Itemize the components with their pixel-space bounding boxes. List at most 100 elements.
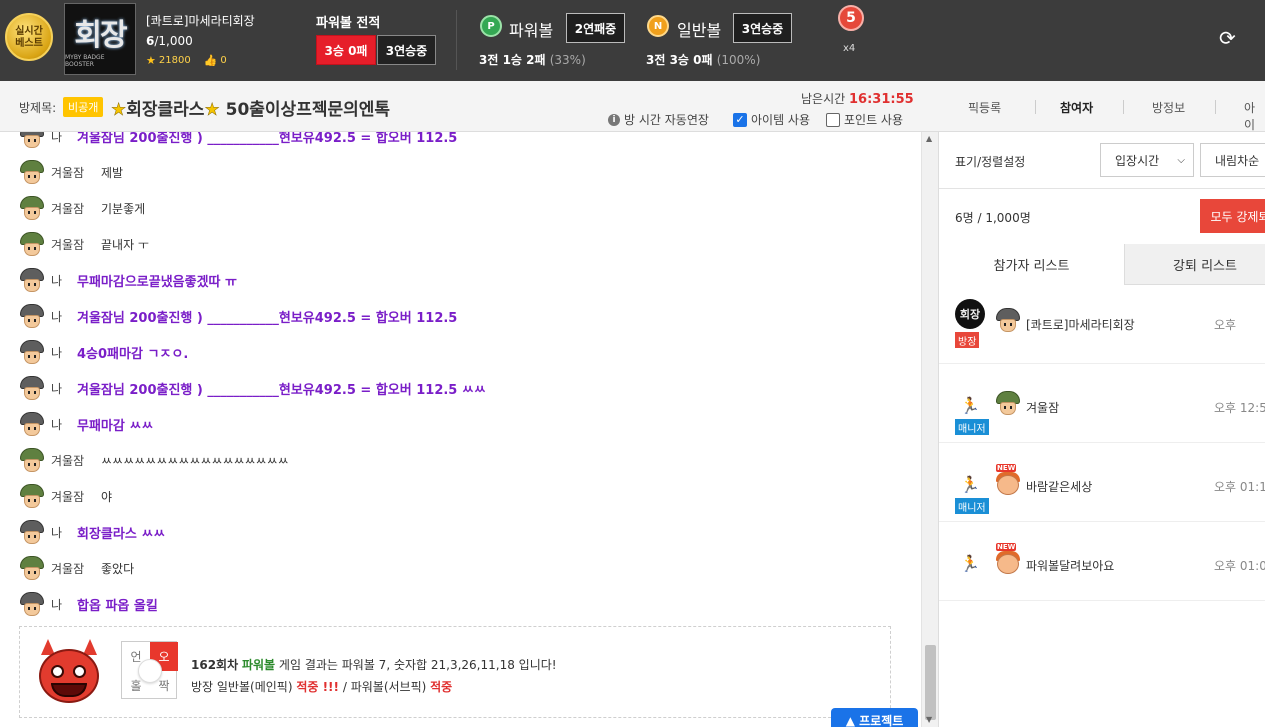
refresh-icon[interactable]: ⟳ (1219, 26, 1236, 50)
participant-count: 6명 / 1,000명 (955, 211, 1031, 225)
chat-nick[interactable]: 나 (51, 596, 77, 613)
participant-item[interactable]: 회장 방장 [콰트로]마세라티회장 오후 (939, 285, 1265, 364)
record-title: 파워볼 전적 (316, 16, 381, 31)
chat-text: ㅆㅆㅆㅆㅆㅆㅆㅆㅆㅆㅆㅆㅆㅆㅆㅆㅆ (101, 453, 289, 468)
normalball-n-icon: N (647, 15, 669, 37)
newbie-avatar-icon: NEW (995, 543, 1021, 574)
chat-nick[interactable]: 겨울잠 (51, 164, 101, 181)
result-line-1: 162회차 파워볼 게임 결과는 파워볼 7, 숫자합 21,3,26,11,1… (191, 658, 557, 672)
sort-by-select[interactable]: 입장시간 ⌵ (1100, 143, 1194, 177)
soldier-avatar-icon (19, 447, 45, 473)
powerball-p-icon: P (480, 15, 502, 37)
item-use-checkbox[interactable]: ✓ 아이템 사용 (733, 111, 810, 128)
user-avatar-icon (19, 339, 45, 365)
user-count: 6/1,000 (146, 34, 193, 48)
chat-message: 나 겨울잠님 200출진행 ) ___________현보유492.5 = 합오버… (19, 303, 457, 329)
tab-room-info[interactable]: 방정보 (1152, 99, 1185, 116)
chat-text: 무패마감으로끝냈음좋겠따 ㅠ (77, 274, 238, 290)
checkbox-checked-icon[interactable]: ✓ (733, 112, 747, 127)
chat-text: 제발 (101, 165, 124, 180)
user-avatar-icon (19, 303, 45, 329)
scroll-up-icon[interactable]: ▲ (926, 134, 932, 143)
tab-participants[interactable]: 참여자 (1060, 99, 1093, 116)
scroll-down-icon[interactable]: ▼ (926, 715, 932, 724)
chat-nick[interactable]: 겨울잠 (51, 200, 101, 217)
chat-nick[interactable]: 나 (51, 344, 77, 361)
host-avatar[interactable]: 회장 MYBY BADGE BOOSTER (64, 3, 136, 75)
powerball-label: 파워볼 (509, 21, 554, 40)
chat-text: 겨울잠님 200출진행 ) ___________현보유492.5 = 합오버 … (77, 382, 486, 398)
medal-multiplier: x4 (843, 43, 856, 54)
chat-text: 야 (101, 489, 113, 504)
chat-message: 겨울잠 끝내자 ㅜ (19, 231, 149, 257)
remaining-time: 남은시간 16:31:55 (801, 92, 914, 107)
participant-time: 오후 01:00 (1214, 559, 1265, 573)
chat-nick[interactable]: 나 (51, 272, 77, 289)
chat-message: 나 겨울잠님 200출진행 ) ___________현보유492.5 = 합오버… (19, 375, 486, 401)
soldier-avatar-icon (19, 231, 45, 257)
soldier-avatar-icon (19, 195, 45, 221)
role-badge: 매니저 (955, 419, 989, 435)
chat-nick[interactable]: 겨울잠 (51, 236, 101, 253)
kick-all-button[interactable]: 모두 강제퇴 (1200, 199, 1265, 233)
user-avatar-icon (19, 375, 45, 401)
participant-item[interactable]: 🏃 NEW 파워볼달려보아요 오후 01:00 (939, 522, 1265, 601)
private-badge: 비공개 (63, 97, 104, 117)
chat-text: 겨울잠님 200출진행 ) ___________현보유492.5 = 합오버 … (77, 310, 458, 326)
chat-text: 합옵 파옵 올킬 (77, 598, 158, 614)
result-line-2: 방장 일반볼(메인픽) 적중 !!! / 파워볼(서브픽) 적중 (191, 680, 453, 694)
divider (456, 10, 457, 70)
chat-nick[interactable]: 나 (51, 416, 77, 433)
participant-name: [콰트로]마세라티회장 (1026, 318, 1135, 332)
chat-area[interactable]: 나 겨울잠님 200출진행 ) ___________현보유492.5 = 합오버… (0, 132, 921, 727)
chat-nick[interactable]: 나 (51, 308, 77, 325)
point-use-checkbox[interactable]: 포인트 사용 (826, 111, 903, 128)
chat-nick[interactable]: 나 (51, 380, 77, 397)
sort-order-select[interactable]: 내림차순 (1200, 143, 1265, 177)
checkbox-empty-icon[interactable] (826, 112, 840, 127)
host-avatar[interactable]: 회장 (955, 299, 985, 329)
chat-text: 무패마감 ㅆㅆ (77, 418, 154, 434)
soldier-avatar-icon (19, 159, 45, 185)
chat-text: 기분좋게 (101, 201, 146, 216)
chat-text: 4승0패마감 ㄱㅈㅇ. (77, 346, 189, 362)
room-bar: 방제목: 비공개 ★회장클라스★ 50출이상프젝문의엔톡 남은시간 16:31:… (0, 81, 1265, 132)
chat-nick[interactable]: 나 (51, 524, 77, 541)
chat-message: 겨울잠 ㅆㅆㅆㅆㅆㅆㅆㅆㅆㅆㅆㅆㅆㅆㅆㅆㅆ (19, 447, 289, 473)
chat-message: 나 4승0패마감 ㄱㅈㅇ. (19, 339, 188, 365)
project-button[interactable]: ▲ 프로젝트 (831, 708, 918, 727)
tab-participant-list[interactable]: 참가자 리스트 (939, 244, 1125, 285)
tab-pick-register[interactable]: 픽등록 (968, 99, 1001, 116)
chat-nick[interactable]: 겨울잠 (51, 488, 101, 505)
chat-message: 나 합옵 파옵 올킬 (19, 591, 158, 617)
scroll-thumb[interactable] (925, 645, 936, 720)
realtime-best-badge[interactable]: 실시간 베스트 (5, 13, 53, 61)
info-icon: i (608, 113, 620, 126)
normalball-label: 일반볼 (677, 21, 722, 40)
game-result-box: 언 오 홀 짝 162회차 파워볼 게임 결과는 파워볼 7, 숫자합 21,3,26,… (19, 626, 891, 718)
role-badge: 방장 (955, 332, 980, 348)
thumbs-up-icon: 👍 (203, 54, 218, 67)
user-avatar-icon (995, 307, 1021, 333)
medal-icon[interactable]: 5 (838, 5, 864, 31)
tab-items[interactable]: 아이 (1244, 99, 1265, 133)
chat-nick[interactable]: 겨울잠 (51, 560, 101, 577)
star-icon: ★ (111, 100, 127, 121)
running-man-icon: 🏃 (960, 395, 980, 415)
chat-nick[interactable]: 나 (51, 132, 77, 145)
powerball-summary: 3전 1승 2패 (33%) (479, 53, 586, 67)
star-icon: ★ (146, 54, 156, 67)
points-value: 21800 (158, 55, 191, 66)
auto-extend-option[interactable]: i 방 시간 자동연장 (608, 111, 709, 128)
user-stats: ★ 21800 👍 0 (146, 54, 227, 67)
participant-item[interactable]: 🏃 매니저 겨울잠 오후 12:50 (939, 364, 1265, 443)
odd-even-indicator: 언오홀짝 (121, 641, 178, 699)
soldier-avatar-icon (19, 483, 45, 509)
participant-time: 오후 01:18 (1214, 480, 1265, 494)
participant-name: 파워볼달려보아요 (1026, 559, 1115, 573)
chat-nick[interactable]: 겨울잠 (51, 452, 101, 469)
chevron-down-icon: ⌵ (1177, 154, 1185, 166)
chat-scrollbar[interactable]: ▲ ▼ (921, 132, 938, 727)
participant-item[interactable]: 🏃 매니저 NEW 바람같은세상 오후 01:18 (939, 443, 1265, 522)
tab-kick-list[interactable]: 강퇴 리스트 (1125, 244, 1265, 285)
